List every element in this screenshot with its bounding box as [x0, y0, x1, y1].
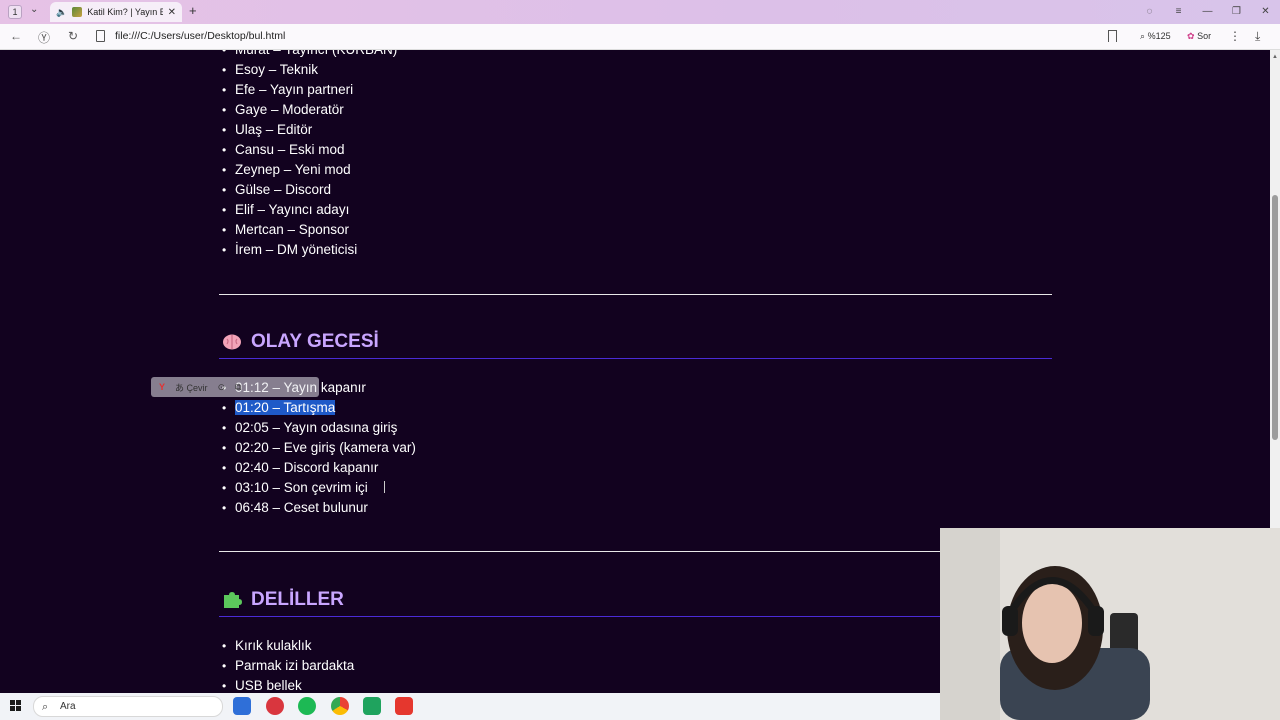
app-icon[interactable] [363, 697, 381, 715]
opera-icon[interactable] [266, 697, 284, 715]
tab-count-button[interactable]: 1 [8, 5, 22, 19]
chrome-icon[interactable] [331, 697, 349, 715]
scrollbar-thumb[interactable] [1272, 195, 1278, 440]
text-cursor-icon [384, 481, 385, 493]
search-placeholder: Ara [60, 701, 76, 712]
document-icon [96, 30, 105, 42]
ask-icon: ✿ [1187, 31, 1195, 41]
copy-icon[interactable]: ⧉ [235, 382, 241, 393]
speaker-icon[interactable]: 🔈 [56, 7, 67, 18]
selection-toolbar: Y あ Çevir ⊙ ⧉ [151, 377, 319, 397]
evidence-list: Kırık kulaklık Parmak izi bardakta USB b… [219, 636, 354, 693]
list-item: Mertcan – Sponsor [219, 220, 397, 240]
os-taskbar: ⌕ Ara [0, 693, 940, 720]
download-icon[interactable]: ⤓ [1255, 29, 1260, 44]
search-selection-icon[interactable]: ⊙ [218, 382, 226, 393]
chevron-down-icon[interactable]: ⌄ [30, 4, 38, 15]
ask-button[interactable]: ✿ Sor [1187, 31, 1211, 42]
section-heading-deliller: DELİLLER [219, 587, 1052, 617]
maximize-icon[interactable]: ❐ [1222, 0, 1251, 24]
url-field[interactable]: file:///C:/Users/user/Desktop/bul.html [115, 30, 285, 42]
list-item: Murat – Yayıncı (KURBAN) [219, 50, 397, 60]
yandex-browser-icon[interactable] [395, 697, 413, 715]
bookmark-icon[interactable] [1108, 30, 1117, 42]
store-icon[interactable] [233, 697, 251, 715]
spotify-icon[interactable] [298, 697, 316, 715]
list-item: İrem – DM yöneticisi [219, 240, 397, 260]
profile-icon[interactable]: ◌ [1135, 0, 1164, 24]
window-controls: ◌ ≡ — ❐ ✕ [1135, 0, 1280, 24]
new-tab-icon[interactable]: + [189, 3, 197, 18]
tab-title: Katil Kim? | Yayın Bi [87, 7, 163, 17]
brain-icon [223, 334, 241, 350]
list-item: 02:40 – Discord kapanır [219, 458, 416, 478]
list-item: Elif – Yayıncı adayı [219, 200, 397, 220]
search-icon: ⌕ [42, 701, 49, 713]
close-window-icon[interactable]: ✕ [1251, 0, 1280, 24]
menu-icon[interactable]: ≡ [1164, 0, 1193, 24]
translate-icon: あ [175, 382, 185, 393]
list-item: 06:48 – Ceset bulunur [219, 498, 416, 518]
zoom-indicator[interactable]: ⌕ %125 [1140, 31, 1171, 42]
list-item: Parmak izi bardakta [219, 656, 354, 676]
list-item: 02:20 – Eve giriş (kamera var) [219, 438, 416, 458]
back-icon[interactable]: ← [10, 29, 22, 43]
tab-strip: 1 ⌄ 🔈 Katil Kim? | Yayın Bi ✕ + ◌ ≡ — ❐ … [0, 0, 1280, 24]
section-title: OLAY GECESİ [251, 331, 379, 352]
timeline-list: 01:12 – Yayın kapanır 01:20 – Tartışma 0… [219, 378, 416, 518]
address-toolbar: ← Ⓨ ↻ file:///C:/Users/user/Desktop/bul.… [0, 24, 1280, 50]
webcam-overlay [940, 528, 1280, 720]
webcam-person-image [940, 528, 1280, 720]
close-tab-icon[interactable]: ✕ [168, 7, 176, 18]
translate-button[interactable]: あ Çevir [175, 381, 208, 394]
list-item: Ulaş – Editör [219, 120, 397, 140]
divider [219, 294, 1052, 295]
scroll-up-icon[interactable]: ▲ [1272, 54, 1278, 60]
divider [219, 551, 1052, 552]
yandex-home-icon[interactable]: Ⓨ [38, 29, 50, 46]
list-item: 01:20 – Tartışma [219, 398, 416, 418]
list-item: USB bellek [219, 676, 354, 693]
zoom-icon: ⌕ [1140, 31, 1146, 41]
people-list: Murat – Yayıncı (KURBAN) Esoy – Teknik E… [219, 50, 397, 260]
reload-icon[interactable]: ↻ [68, 29, 78, 43]
list-item: 03:10 – Son çevrim içi [219, 478, 416, 498]
zoom-value: %125 [1147, 31, 1171, 41]
puzzle-icon [224, 592, 242, 608]
yandex-icon[interactable]: Y [159, 382, 165, 392]
list-item: Kırık kulaklık [219, 636, 354, 656]
favicon-icon [72, 7, 83, 17]
minimize-icon[interactable]: — [1193, 0, 1222, 24]
list-item: Esoy – Teknik [219, 60, 397, 80]
ask-label: Sor [1197, 31, 1212, 41]
list-item: Gülse – Discord [219, 180, 397, 200]
windows-start-icon[interactable] [10, 700, 22, 712]
translate-label: Çevir [186, 382, 208, 393]
list-item: 02:05 – Yayın odasına giriş [219, 418, 416, 438]
list-item: Cansu – Eski mod [219, 140, 397, 160]
list-item: Zeynep – Yeni mod [219, 160, 397, 180]
browser-tab[interactable]: 🔈 Katil Kim? | Yayın Bi ✕ [50, 2, 182, 22]
section-heading-olay: OLAY GECESİ [219, 329, 1052, 359]
selected-text: 01:20 – Tartışma [235, 400, 336, 415]
more-icon[interactable]: ⋮ [1229, 29, 1241, 43]
section-title: DELİLLER [251, 589, 344, 610]
taskbar-search[interactable]: ⌕ Ara [33, 696, 223, 717]
list-item: Efe – Yayın partneri [219, 80, 397, 100]
list-item: Gaye – Moderatör [219, 100, 397, 120]
